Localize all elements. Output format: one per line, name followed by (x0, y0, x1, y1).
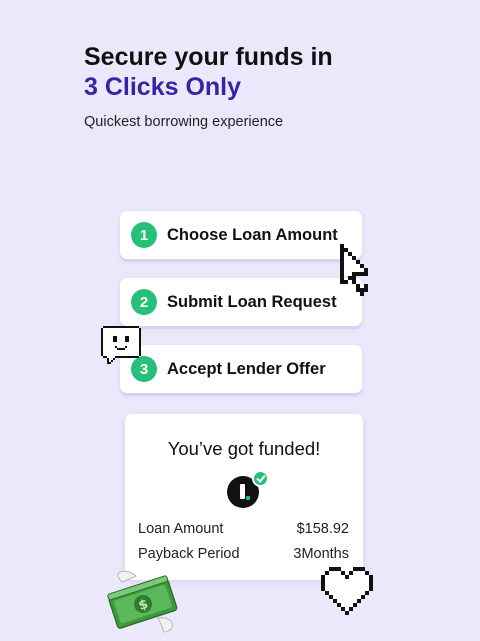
payback-period-value: 3Months (293, 546, 349, 562)
payback-period-row: Payback Period 3Months (138, 546, 349, 562)
step-accept-lender-offer[interactable]: 3 Accept Lender Offer (120, 345, 362, 393)
loan-amount-row: Loan Amount $158.92 (138, 521, 349, 537)
step-label: Choose Loan Amount (167, 225, 338, 244)
pixel-heart-icon (321, 567, 373, 615)
step-label: Accept Lender Offer (167, 359, 326, 378)
title-line-1: Secure your funds in (84, 43, 333, 71)
loan-amount-value: $158.92 (296, 521, 349, 537)
step-number-badge: 2 (131, 289, 157, 315)
payback-period-label: Payback Period (138, 546, 240, 562)
money-bill-icon: $ (107, 570, 178, 633)
pixel-chat-face-icon (101, 326, 141, 364)
step-number-badge: 1 (131, 222, 157, 248)
step-label: Submit Loan Request (167, 292, 337, 311)
check-badge-icon (252, 470, 269, 487)
page-title: Secure your funds in 3 Clicks Only (84, 42, 333, 102)
title-line-2: 3 Clicks Only (84, 73, 242, 101)
step-submit-loan-request[interactable]: 2 Submit Loan Request (120, 278, 362, 326)
funded-title: You’ve got funded! (167, 438, 321, 459)
funded-card: You’ve got funded! Loan Amount $158.92 P… (125, 414, 363, 580)
pixel-cursor-icon (340, 244, 368, 296)
loan-amount-label: Loan Amount (138, 521, 224, 537)
step-choose-loan-amount[interactable]: 1 Choose Loan Amount (120, 211, 362, 259)
subtitle: Quickest borrowing experience (84, 114, 284, 130)
